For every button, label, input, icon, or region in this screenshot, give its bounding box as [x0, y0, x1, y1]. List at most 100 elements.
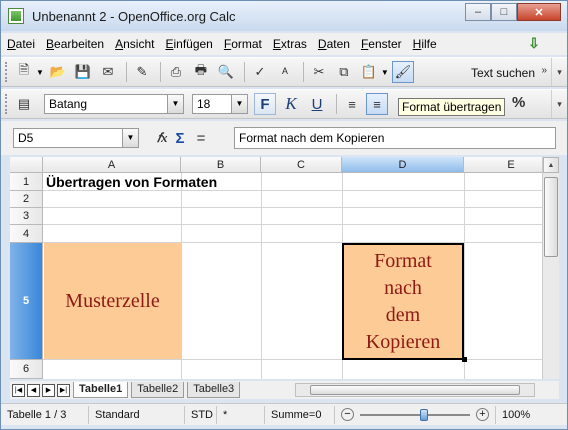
- spreadsheet-grid[interactable]: A B C D E 1 2 3 4 5 6 Übertragen von For…: [10, 157, 559, 379]
- menu-datei[interactable]: Datei: [7, 37, 35, 51]
- cell-d5-line: Format: [374, 249, 432, 272]
- next-sheet-icon[interactable]: ▶: [42, 383, 55, 397]
- toolbar-separator: [159, 62, 161, 82]
- zoom-level[interactable]: 100%: [495, 405, 536, 424]
- export-pdf-icon[interactable]: ⎙: [165, 61, 187, 83]
- paste-icon[interactable]: 📋: [358, 61, 380, 83]
- column-header-d[interactable]: D: [342, 157, 464, 173]
- open-folder-icon[interactable]: 📂: [47, 61, 69, 83]
- underline-button[interactable]: U: [306, 93, 328, 115]
- toolbar-options-icon[interactable]: ▾: [551, 58, 567, 86]
- save-icon[interactable]: 💾: [72, 61, 94, 83]
- find-text-field[interactable]: Text suchen: [471, 66, 535, 80]
- toolbar-overflow-icon[interactable]: »: [541, 65, 547, 76]
- column-header-a[interactable]: A: [43, 157, 181, 173]
- horizontal-scrollbar[interactable]: [295, 383, 535, 397]
- menu-daten[interactable]: Daten: [318, 37, 350, 51]
- name-box-value: D5: [18, 131, 34, 145]
- chevron-down-icon[interactable]: ▼: [231, 95, 247, 113]
- font-size-select[interactable]: 18 ▼: [192, 94, 248, 114]
- cut-icon[interactable]: ✂: [308, 61, 330, 83]
- row-header-1[interactable]: 1: [10, 173, 43, 191]
- new-dropdown-arrow[interactable]: ▼: [36, 68, 44, 77]
- scroll-up-icon[interactable]: ▲: [543, 157, 559, 173]
- email-icon[interactable]: ✉: [97, 61, 119, 83]
- spellcheck-icon[interactable]: ✓: [249, 61, 271, 83]
- row-header-4[interactable]: 4: [10, 225, 43, 243]
- toolbar-grip[interactable]: [5, 94, 8, 114]
- styles-formatting-icon[interactable]: ▤: [13, 93, 35, 115]
- menu-ansicht[interactable]: Ansicht: [115, 37, 154, 51]
- vertical-scroll-thumb[interactable]: [544, 177, 558, 257]
- grid-line: [43, 207, 559, 208]
- first-sheet-icon[interactable]: |◀: [12, 383, 25, 397]
- sum-icon[interactable]: Σ: [176, 130, 185, 147]
- grid-line: [181, 173, 182, 379]
- fill-handle[interactable]: [462, 357, 467, 362]
- grid-line: [43, 224, 559, 225]
- vertical-scrollbar[interactable]: ▲: [542, 157, 559, 379]
- row-header-5[interactable]: 5: [10, 243, 43, 360]
- zoom-in-button[interactable]: +: [476, 408, 489, 421]
- percent-format-button[interactable]: %: [512, 94, 525, 111]
- status-page-style[interactable]: Standard: [89, 405, 185, 424]
- sheet-tab-tabelle3[interactable]: Tabelle3: [187, 382, 241, 398]
- row-header-3[interactable]: 3: [10, 208, 43, 225]
- update-download-icon[interactable]: ⇩: [525, 35, 543, 51]
- zoom-slider[interactable]: [360, 408, 470, 421]
- toolbar-grip[interactable]: [5, 62, 8, 82]
- menu-format[interactable]: Format: [224, 37, 262, 51]
- row-header-2[interactable]: 2: [10, 191, 43, 208]
- menu-extras[interactable]: Extras: [273, 37, 307, 51]
- sheet-tab-tabelle1[interactable]: Tabelle1: [73, 382, 129, 398]
- font-name-select[interactable]: Batang ▼: [44, 94, 184, 114]
- minimize-button[interactable]: –: [465, 3, 491, 21]
- calc-app-icon: [8, 8, 24, 24]
- italic-button[interactable]: K: [280, 93, 302, 115]
- function-wizard-icon[interactable]: 𝑓x: [157, 130, 168, 146]
- window-controls: – □ ✕: [465, 3, 561, 21]
- close-button[interactable]: ✕: [517, 3, 561, 21]
- zoom-slider-knob[interactable]: [420, 408, 428, 421]
- paste-dropdown-arrow[interactable]: ▼: [381, 68, 389, 77]
- cell-a1[interactable]: Übertragen von Formaten: [46, 174, 217, 190]
- chevron-down-icon[interactable]: ▼: [122, 129, 138, 147]
- new-document-icon[interactable]: 🗎: [13, 61, 35, 83]
- horizontal-scroll-thumb[interactable]: [310, 385, 520, 395]
- formula-bar: D5 ▼ 𝑓x Σ = Format nach dem Kopieren: [1, 121, 567, 155]
- grid-line: [43, 359, 559, 360]
- edit-file-icon[interactable]: ✎: [131, 61, 153, 83]
- format-paintbrush-icon[interactable]: 🖌: [391, 61, 414, 83]
- cell-d5-line: Kopieren: [365, 330, 441, 353]
- align-left-icon[interactable]: ≡: [341, 93, 363, 115]
- page-preview-icon[interactable]: 🔍: [215, 61, 237, 83]
- align-center-icon[interactable]: ≡: [366, 93, 388, 115]
- function-icon[interactable]: =: [197, 130, 206, 147]
- copy-icon[interactable]: ⧉: [333, 61, 355, 83]
- sheet-tab-tabelle2[interactable]: Tabelle2: [131, 382, 185, 398]
- menu-bearbeiten[interactable]: Bearbeiten: [46, 37, 104, 51]
- last-sheet-icon[interactable]: ▶|: [57, 383, 70, 397]
- status-selection-mode[interactable]: STD: [185, 405, 217, 424]
- bold-button[interactable]: F: [254, 93, 276, 115]
- autospellcheck-icon[interactable]: ᴬ: [274, 61, 296, 83]
- column-header-b[interactable]: B: [181, 157, 261, 173]
- maximize-button[interactable]: □: [491, 3, 517, 21]
- menu-fenster[interactable]: Fenster: [361, 37, 402, 51]
- zoom-out-button[interactable]: −: [341, 408, 354, 421]
- select-all-corner[interactable]: [10, 157, 43, 173]
- row-header-6[interactable]: 6: [10, 360, 43, 379]
- name-box[interactable]: D5 ▼: [13, 128, 139, 148]
- prev-sheet-icon[interactable]: ◀: [27, 383, 40, 397]
- menu-hilfe[interactable]: Hilfe: [413, 37, 437, 51]
- status-sum[interactable]: Summe=0: [265, 405, 335, 424]
- print-icon[interactable]: 🖶: [190, 61, 212, 83]
- column-header-c[interactable]: C: [261, 157, 342, 173]
- menu-bar: Datei Bearbeiten Ansicht Einfügen Format…: [1, 33, 567, 55]
- chevron-down-icon[interactable]: ▼: [167, 95, 183, 113]
- formula-input[interactable]: Format nach dem Kopieren: [234, 127, 556, 149]
- cell-a5[interactable]: Musterzelle: [44, 243, 181, 359]
- cell-d5[interactable]: Format nach dem Kopieren: [342, 243, 464, 360]
- toolbar-options-icon[interactable]: ▾: [551, 90, 567, 118]
- menu-einfuegen[interactable]: Einfügen: [165, 37, 212, 51]
